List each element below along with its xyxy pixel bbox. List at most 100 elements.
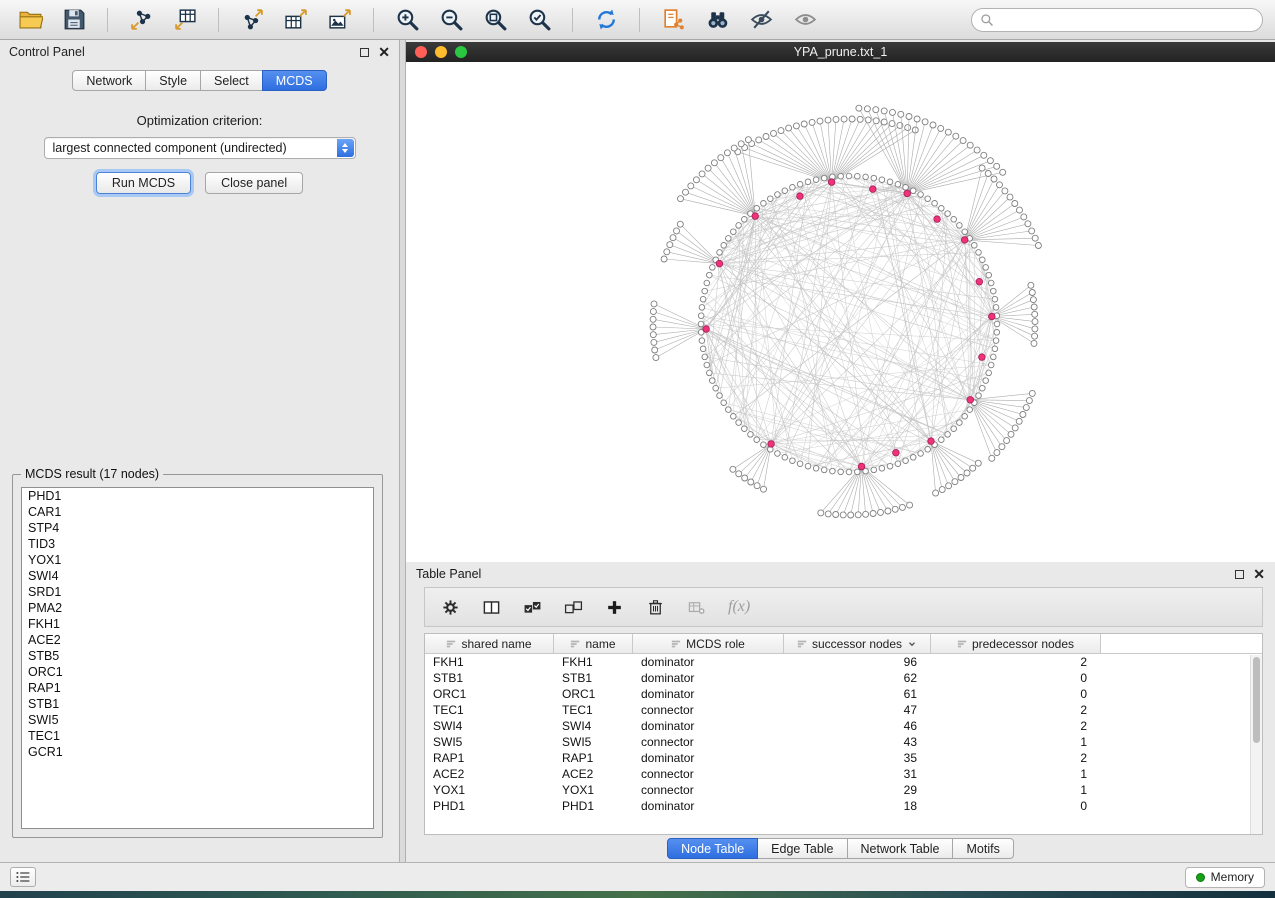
zoom-fit-icon[interactable] [477, 5, 513, 35]
show-visibility-icon[interactable] [787, 5, 823, 35]
columns-icon[interactable] [482, 598, 501, 617]
zoom-selected-icon[interactable] [521, 5, 557, 35]
column-header-mcds-role[interactable]: MCDS role [633, 634, 784, 653]
column-header-successor-nodes[interactable]: successor nodes [784, 634, 931, 653]
search-input[interactable] [1000, 13, 1254, 27]
tab-style[interactable]: Style [145, 70, 201, 91]
table-body: FKH1FKH1dominator962STB1STB1dominator620… [425, 654, 1262, 814]
sort-icon [570, 639, 580, 649]
deselect-all-checks-icon[interactable] [564, 598, 583, 617]
tab-mcds[interactable]: MCDS [262, 70, 327, 91]
table-row[interactable]: ACE2ACE2connector311 [425, 766, 1262, 782]
mcds-result-item[interactable]: ORC1 [22, 664, 373, 680]
minimize-window-icon[interactable] [435, 46, 447, 58]
open-folder-icon[interactable] [12, 5, 48, 35]
mcds-result-item[interactable]: SRD1 [22, 584, 373, 600]
cell-successor-nodes: 96 [784, 655, 931, 669]
mcds-result-item[interactable]: SWI5 [22, 712, 373, 728]
run-mcds-button[interactable]: Run MCDS [96, 172, 191, 194]
import-table-disabled-icon [687, 598, 706, 617]
zoom-out-icon[interactable] [433, 5, 469, 35]
tab-network-table[interactable]: Network Table [847, 838, 954, 859]
table-row[interactable]: TEC1TEC1connector472 [425, 702, 1262, 718]
gear-icon[interactable] [441, 598, 460, 617]
cell-mcds-role: dominator [633, 655, 784, 669]
maximize-window-icon[interactable] [455, 46, 467, 58]
column-header-label: successor nodes [812, 637, 902, 651]
mcds-result-item[interactable]: ACE2 [22, 632, 373, 648]
mcds-result-item[interactable]: GCR1 [22, 744, 373, 760]
save-session-icon[interactable] [56, 5, 92, 35]
column-header-name[interactable]: name [554, 634, 633, 653]
close-window-icon[interactable] [415, 46, 427, 58]
search-icon [980, 13, 994, 27]
table-scrollbar[interactable] [1250, 655, 1262, 834]
cell-successor-nodes: 47 [784, 703, 931, 717]
close-panel-button[interactable]: Close panel [205, 172, 303, 194]
cell-shared-name: STB1 [425, 671, 554, 685]
table-row[interactable]: YOX1YOX1connector291 [425, 782, 1262, 798]
zoom-in-icon[interactable] [389, 5, 425, 35]
cell-predecessor-nodes: 0 [931, 799, 1101, 813]
status-bar: Memory [0, 862, 1275, 891]
export-table-icon[interactable] [278, 5, 314, 35]
export-network-icon[interactable] [234, 5, 270, 35]
mcds-result-item[interactable]: TEC1 [22, 728, 373, 744]
share-document-icon[interactable] [655, 5, 691, 35]
mcds-result-item[interactable]: TID3 [22, 536, 373, 552]
select-all-checks-icon[interactable] [523, 598, 542, 617]
close-table-panel-icon[interactable]: ✕ [1253, 569, 1265, 579]
mcds-result-item[interactable]: SWI4 [22, 568, 373, 584]
column-header-predecessor-nodes[interactable]: predecessor nodes [931, 634, 1101, 653]
table-row[interactable]: PHD1PHD1dominator180 [425, 798, 1262, 814]
mcds-result-item[interactable]: PMA2 [22, 600, 373, 616]
cell-predecessor-nodes: 2 [931, 719, 1101, 733]
delete-row-icon[interactable] [646, 598, 665, 617]
export-image-icon[interactable] [322, 5, 358, 35]
criterion-dropdown[interactable]: largest connected component (undirected) [44, 137, 356, 159]
mcds-result-item[interactable]: RAP1 [22, 680, 373, 696]
mcds-result-item[interactable]: STB5 [22, 648, 373, 664]
table-row[interactable]: ORC1ORC1dominator610 [425, 686, 1262, 702]
table-row[interactable]: SWI5SWI5connector431 [425, 734, 1262, 750]
hide-visibility-icon[interactable] [743, 5, 779, 35]
tab-network[interactable]: Network [72, 70, 146, 91]
cell-predecessor-nodes: 1 [931, 767, 1101, 781]
table-row[interactable]: FKH1FKH1dominator962 [425, 654, 1262, 670]
tab-edge-table[interactable]: Edge Table [757, 838, 847, 859]
cell-predecessor-nodes: 2 [931, 655, 1101, 669]
mcds-result-item[interactable]: STP4 [22, 520, 373, 536]
tab-node-table[interactable]: Node Table [667, 838, 758, 859]
close-panel-icon[interactable]: ✕ [378, 47, 390, 57]
import-network-icon[interactable] [123, 5, 159, 35]
search-binoculars-icon[interactable] [699, 5, 735, 35]
search-box[interactable] [971, 8, 1263, 32]
refresh-icon[interactable] [588, 5, 624, 35]
optimization-criterion-label: Optimization criterion: [0, 113, 399, 128]
mcds-result-title: MCDS result (17 nodes) [21, 467, 163, 481]
mcds-result-item[interactable]: FKH1 [22, 616, 373, 632]
memory-button[interactable]: Memory [1185, 867, 1265, 888]
cell-predecessor-nodes: 1 [931, 783, 1101, 797]
network-canvas[interactable] [406, 62, 1275, 562]
mcds-result-item[interactable]: CAR1 [22, 504, 373, 520]
mcds-result-item[interactable]: YOX1 [22, 552, 373, 568]
tab-select[interactable]: Select [200, 70, 263, 91]
mcds-result-item[interactable]: STB1 [22, 696, 373, 712]
import-table-icon[interactable] [167, 5, 203, 35]
table-row[interactable]: SWI4SWI4dominator462 [425, 718, 1262, 734]
panel-list-button[interactable] [10, 867, 36, 887]
scrollbar-thumb[interactable] [1253, 657, 1260, 743]
float-table-panel-icon[interactable] [1235, 570, 1244, 579]
float-panel-icon[interactable] [360, 48, 369, 57]
network-titlebar[interactable]: YPA_prune.txt_1 [406, 42, 1275, 62]
tab-motifs[interactable]: Motifs [952, 838, 1013, 859]
mcds-result-list[interactable]: PHD1CAR1STP4TID3YOX1SWI4SRD1PMA2FKH1ACE2… [21, 487, 374, 829]
add-row-icon[interactable] [605, 598, 624, 617]
table-row[interactable]: RAP1RAP1dominator352 [425, 750, 1262, 766]
mcds-result-item[interactable]: PHD1 [22, 488, 373, 504]
memory-label: Memory [1211, 870, 1254, 884]
column-header-label: shared name [461, 637, 531, 651]
table-row[interactable]: STB1STB1dominator620 [425, 670, 1262, 686]
column-header-shared-name[interactable]: shared name [425, 634, 554, 653]
